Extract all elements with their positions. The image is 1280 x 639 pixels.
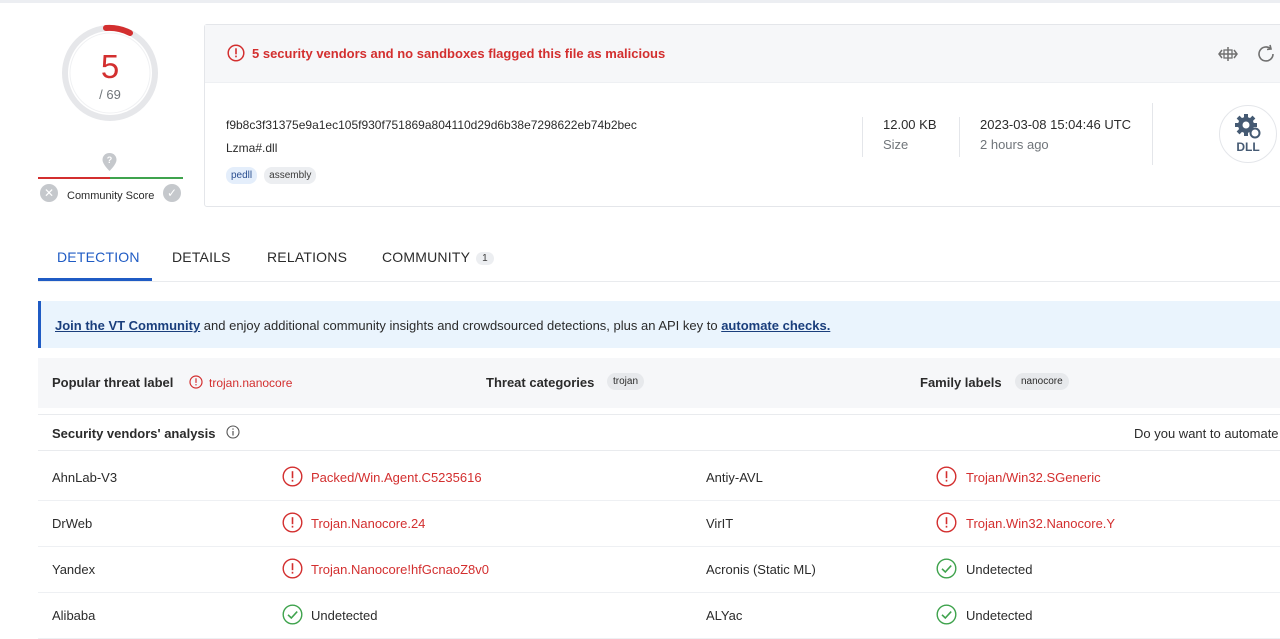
file-tags: pedll assembly (226, 167, 317, 184)
file-type-badge: DLL (1219, 105, 1277, 163)
table-row: Alibaba Undetected ALYac Undetected (38, 593, 1280, 639)
vendors-analysis-title: Security vendors' analysis (52, 426, 216, 441)
info-icon[interactable] (226, 425, 240, 439)
family-labels-label: Family labels (920, 375, 1002, 390)
tag-assembly[interactable]: assembly (264, 167, 317, 184)
family-label-chip[interactable]: nanocore (1015, 373, 1069, 390)
join-community-link[interactable]: Join the VT Community (55, 318, 200, 333)
threat-category-chip[interactable]: trojan (607, 373, 645, 390)
check-circle-icon (936, 558, 957, 579)
alert-circle-icon (282, 466, 303, 487)
vendor-name: Antiy-AVL (706, 470, 763, 485)
tab-details[interactable]: DETAILS (172, 249, 231, 265)
file-hash[interactable]: f9b8c3f31375e9a1ec105f930f751869a804110d… (226, 118, 637, 132)
tab-bar: DETECTION DETAILS RELATIONS COMMUNITY 1 (38, 249, 1280, 282)
alert-circle-icon (936, 512, 957, 533)
alert-circle-icon (227, 44, 245, 62)
refresh-icon[interactable] (1255, 43, 1277, 65)
active-tab-indicator (38, 278, 152, 281)
community-pin-icon: ? (102, 153, 117, 171)
community-score-label: Community Score (67, 190, 155, 202)
detection-result: Undetected (966, 562, 1033, 577)
alert-circle-icon (282, 558, 303, 579)
vendor-name: Acronis (Static ML) (706, 562, 816, 577)
alert-circle-icon (936, 466, 957, 487)
tab-detection[interactable]: DETECTION (57, 249, 140, 265)
detection-result: Undetected (966, 608, 1033, 623)
file-summary-card: 5 security vendors and no sandboxes flag… (204, 24, 1280, 207)
detection-result: Trojan.Nanocore!hfGcnaoZ8v0 (311, 562, 490, 577)
vendor-name: Alibaba (52, 608, 96, 623)
community-count-badge: 1 (476, 252, 494, 265)
check-circle-icon (936, 604, 957, 625)
file-size-value: 12.00 KB (883, 117, 937, 132)
vendor-name: AhnLab-V3 (52, 470, 118, 485)
engine-total: / 69 (99, 87, 121, 102)
file-size-label: Size (883, 137, 909, 152)
banner-middle-text: and enjoy additional community insights … (200, 318, 722, 333)
detection-result: Trojan.Win32.Nanocore.Y (966, 516, 1116, 531)
tag-pedll[interactable]: pedll (226, 167, 258, 184)
top-divider (0, 0, 1280, 3)
detection-alert-text: 5 security vendors and no sandboxes flag… (252, 46, 666, 61)
detection-result: Undetected (311, 608, 378, 623)
vendors-analysis-header: Security vendors' analysis Do you want t… (38, 414, 1280, 451)
file-name: Lzma#.dll (226, 141, 278, 155)
divider (1152, 103, 1153, 165)
scan-date-relative: 2 hours ago (980, 137, 1049, 152)
dll-gear-icon (1235, 114, 1261, 139)
detection-result: Packed/Win.Agent.C5235616 (311, 470, 482, 485)
thumbs-down-icon[interactable]: ✕ (40, 184, 58, 202)
thumbs-up-icon[interactable]: ✓ (163, 184, 181, 202)
vendor-name: VirIT (706, 516, 734, 531)
community-banner: Join the VT Community and enjoy addition… (38, 301, 1280, 348)
detection-score-gauge: 5 / 69 (58, 21, 162, 125)
alert-circle-icon (282, 512, 303, 533)
file-type-label: DLL (1236, 140, 1260, 154)
threat-categories-label: Threat categories (486, 375, 595, 390)
vendor-name: DrWeb (52, 516, 93, 531)
tab-relations[interactable]: RELATIONS (267, 249, 347, 265)
scan-date-value: 2023-03-08 15:04:46 UTC (980, 117, 1132, 132)
threat-labels-panel: Popular threat label trojan.nanocore Thr… (38, 358, 1280, 408)
summary-header: 5 security vendors and no sandboxes flag… (205, 25, 1280, 83)
detection-result: Trojan.Nanocore.24 (311, 516, 426, 531)
divider (862, 117, 863, 157)
table-row: DrWeb Trojan.Nanocore.24 VirIT Trojan.Wi… (38, 501, 1280, 547)
popular-threat-label: Popular threat label (52, 375, 174, 390)
detection-result: Trojan/Win32.SGeneric (966, 470, 1101, 485)
vendor-name: ALYac (706, 608, 743, 623)
popular-threat-value[interactable]: trojan.nanocore (209, 376, 292, 390)
tab-community[interactable]: COMMUNITY 1 (382, 249, 494, 265)
detection-count: 5 (100, 48, 120, 85)
check-circle-icon (282, 604, 303, 625)
vendor-results: AhnLab-V3 Packed/Win.Agent.C5235616 Anti… (38, 455, 1280, 639)
community-score-bar (38, 177, 183, 179)
table-row: Yandex Trojan.Nanocore!hfGcnaoZ8v0 Acron… (38, 547, 1280, 593)
banner-text: Join the VT Community and enjoy addition… (55, 318, 830, 333)
compare-icon[interactable] (1217, 44, 1239, 64)
alert-circle-icon (189, 375, 203, 389)
table-row: AhnLab-V3 Packed/Win.Agent.C5235616 Anti… (38, 455, 1280, 501)
divider (959, 117, 960, 157)
vendor-name: Yandex (52, 562, 96, 577)
automate-prompt: Do you want to automate (1134, 426, 1279, 441)
svg-text:?: ? (107, 155, 113, 165)
tab-community-label: COMMUNITY (382, 249, 471, 265)
automate-checks-link[interactable]: automate checks. (721, 318, 830, 333)
